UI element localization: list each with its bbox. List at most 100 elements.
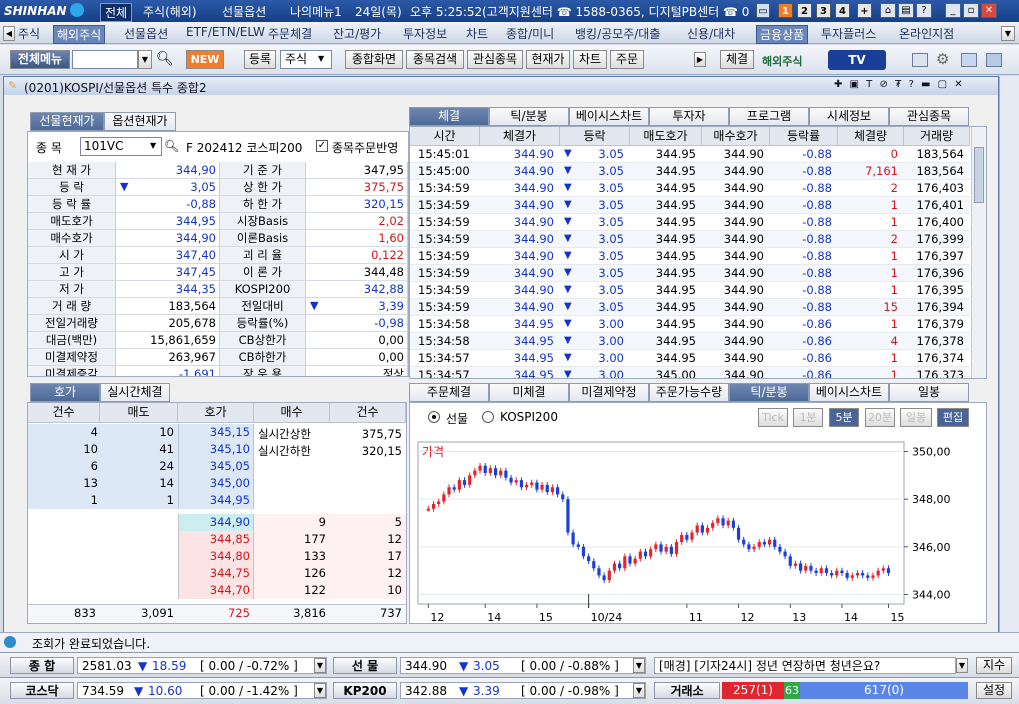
ask-price[interactable]: 345,00 xyxy=(178,475,250,492)
trade-col-header[interactable]: 체결량 xyxy=(838,127,904,146)
tab-futures-price[interactable]: 선물현재가 xyxy=(30,112,104,131)
futures-dropdown-icon[interactable]: ▼ xyxy=(633,658,645,673)
futures-box[interactable]: 344.90 ▼ 3.05 [ 0.00 / -0.88% ] xyxy=(400,657,646,674)
tab-options-price[interactable]: 옵션현재가 xyxy=(104,112,176,131)
ask-price[interactable]: 345,15 xyxy=(178,424,250,441)
menu-futures-options[interactable]: 선물옵션 xyxy=(124,25,168,42)
settings-button[interactable]: 설정 xyxy=(976,682,1012,699)
interval-tick-button[interactable]: Tick xyxy=(758,408,788,427)
trade-tab[interactable]: 관심종목 xyxy=(889,107,969,126)
title-menu-futures[interactable]: 선물옵션 xyxy=(222,3,266,20)
trade-row[interactable]: 15:34:59 344.90 3.05 344.95 344.90 -0.88 1 176,… xyxy=(410,265,970,282)
chart-tab[interactable]: 틱/분봉 xyxy=(729,383,809,402)
trade-scrollbar[interactable] xyxy=(971,127,986,378)
help-icon[interactable]: ? xyxy=(916,3,932,18)
stock-type-select[interactable]: 주식 xyxy=(280,50,332,69)
tab-realtime-exec[interactable]: 실시간체결 xyxy=(100,383,170,402)
close-icon[interactable]: ✕ xyxy=(981,3,997,18)
menu-order[interactable]: 주문체결 xyxy=(268,25,312,42)
trade-scroll-thumb[interactable] xyxy=(974,147,984,203)
menu-right-arrow-icon[interactable]: ▼ xyxy=(1001,26,1015,41)
ask-price[interactable]: 345,05 xyxy=(178,458,250,475)
composite-box[interactable]: 2581.03 ▼ 18.59 [ 0.00 / -0.72% ] xyxy=(77,657,327,674)
menu-chart[interactable]: 차트 xyxy=(466,25,488,42)
trade-row[interactable]: 15:45:01 344.90 3.05 344.95 344.90 -0.88 0 183,… xyxy=(410,146,970,163)
order-button[interactable]: 주문 xyxy=(610,50,644,69)
menu-etf[interactable]: ETF/ETN/ELW xyxy=(186,25,265,39)
current-price-button[interactable]: 현재가 xyxy=(526,50,570,69)
print-icon[interactable]: ▤ xyxy=(898,3,914,18)
radio-futures[interactable] xyxy=(428,411,440,423)
toolbar-scroll-icon[interactable]: ▶ xyxy=(694,52,706,67)
chart-tab[interactable]: 미결제약정 xyxy=(569,383,649,402)
all-menu-button[interactable]: 전체메뉴 xyxy=(10,50,70,69)
stock-search-button[interactable]: 종목검색 xyxy=(406,50,464,69)
menu-search-input[interactable] xyxy=(72,50,138,69)
title-menu-all[interactable]: 전체 xyxy=(100,3,133,22)
menu-balance[interactable]: 잔고/평가 xyxy=(333,25,381,42)
trade-row[interactable]: 15:34:57 344.95 3.00 344.95 344.90 -0.86 1 176,… xyxy=(410,350,970,367)
menu-invest-info[interactable]: 투자정보 xyxy=(403,25,447,42)
chart-tab[interactable]: 베이시스차트 xyxy=(809,383,889,402)
layout-icon[interactable] xyxy=(912,53,928,67)
interval-1min-button[interactable]: 1분 xyxy=(793,408,823,427)
trade-tab[interactable]: 프로그램 xyxy=(729,107,809,126)
ask-price[interactable]: 344,95 xyxy=(178,492,250,509)
trade-row[interactable]: 15:34:59 344.90 3.05 344.95 344.90 -0.88 1 176,… xyxy=(410,248,970,265)
trade-col-header[interactable]: 매수호가 xyxy=(702,127,770,146)
trade-row[interactable]: 15:45:00 344.90 3.05 344.95 344.90 -0.88 7,161… xyxy=(410,163,970,180)
ask-price[interactable]: 345,10 xyxy=(178,441,250,458)
trade-row[interactable]: 15:34:59 344.90 3.05 344.95 344.90 -0.88 2 176,… xyxy=(410,180,970,197)
screen-2-button[interactable]: 2 xyxy=(797,3,812,18)
trade-row[interactable]: 15:34:59 344.90 3.05 344.95 344.90 -0.88 1 176,… xyxy=(410,282,970,299)
menu-online[interactable]: 온라인지점 xyxy=(899,25,954,42)
kosdaq-dropdown-icon[interactable]: ▼ xyxy=(314,683,326,698)
trade-col-header[interactable]: 거래량 xyxy=(904,127,970,146)
screen-1-button[interactable]: 1 xyxy=(778,3,793,18)
trade-col-header[interactable]: 등락 xyxy=(560,127,630,146)
bid-price[interactable]: 344,90 xyxy=(178,514,250,531)
menu-overseas-stock[interactable]: 해외주식 xyxy=(53,25,106,44)
kp200-dropdown-icon[interactable]: ▼ xyxy=(633,683,645,698)
search-icon[interactable]: 🔍︎ xyxy=(156,51,174,67)
execution-button[interactable]: 체결 xyxy=(720,50,754,69)
interval-daily-button[interactable]: 일봉 xyxy=(900,408,932,427)
register-button[interactable]: 등록 xyxy=(244,50,276,69)
bid-price[interactable]: 344,80 xyxy=(178,548,250,565)
bid-price[interactable]: 344,85 xyxy=(178,531,250,548)
bid-price[interactable]: 344,70 xyxy=(178,582,250,599)
add-screen-icon[interactable]: + xyxy=(857,3,872,18)
menu-left-arrow-icon[interactable]: ◀ xyxy=(3,26,15,41)
symbol-dropdown-icon[interactable]: ▼ xyxy=(150,141,156,150)
trade-row[interactable]: 15:34:59 344.90 3.05 344.95 344.90 -0.88 1 176,… xyxy=(410,197,970,214)
kosdaq-box[interactable]: 734.59 ▼ 10.60 [ 0.00 / -1.42% ] xyxy=(77,682,327,699)
trade-row[interactable]: 15:34:58 344.95 3.00 344.95 344.90 -0.86 4 176,… xyxy=(410,333,970,350)
trade-col-header[interactable]: 체결가 xyxy=(480,127,560,146)
trade-row[interactable]: 15:34:57 344.95 3.00 345.00 344.90 -0.86 1 176,… xyxy=(410,367,970,378)
restore-icon[interactable]: ▫ xyxy=(963,3,979,18)
screen-3-button[interactable]: 3 xyxy=(816,3,831,18)
trade-tab[interactable]: 투자자 xyxy=(649,107,729,126)
price-chart[interactable]: 가격 350,00348,00346,00344,0012 14 15 10/24 11 1… xyxy=(414,436,982,626)
chart-edit-button[interactable]: 편집 xyxy=(937,408,969,427)
chart-tab[interactable]: 일봉 xyxy=(889,383,969,402)
trade-tab[interactable]: 베이시스차트 xyxy=(569,107,649,126)
overseas-stock-link[interactable]: 해외주식 xyxy=(762,53,802,69)
trade-row[interactable]: 15:34:59 344.90 3.05 344.95 344.90 -0.88 2 176,… xyxy=(410,231,970,248)
home-icon[interactable]: ⌂ xyxy=(880,3,896,18)
kp200-box[interactable]: 342.88 ▼ 3.39 [ 0.00 / -0.98% ] xyxy=(400,682,646,699)
multi-window-icon[interactable] xyxy=(986,53,1002,67)
composite-dropdown-icon[interactable]: ▼ xyxy=(314,658,326,673)
tv-button[interactable]: TV xyxy=(828,50,886,70)
chart-tab[interactable]: 주문가능수량 xyxy=(649,383,729,402)
menu-credit[interactable]: 신용/대차 xyxy=(687,25,735,42)
tab-orderbook[interactable]: 호가 xyxy=(30,383,100,402)
interval-5min-button[interactable]: 5분 xyxy=(829,408,859,427)
menu-mini[interactable]: 종합/미니 xyxy=(506,25,554,42)
trade-row[interactable]: 15:34:59 344.90 3.05 344.95 344.90 -0.88 1 176,… xyxy=(410,214,970,231)
watchlist-button[interactable]: 관심종목 xyxy=(467,50,523,69)
overview-button[interactable]: 종합화면 xyxy=(345,50,403,69)
menu-banking[interactable]: 뱅킹/공모주/대출 xyxy=(575,25,660,42)
radio-kospi200[interactable] xyxy=(482,411,494,423)
title-menu-mymenu[interactable]: 나의메뉴1 xyxy=(290,3,342,20)
